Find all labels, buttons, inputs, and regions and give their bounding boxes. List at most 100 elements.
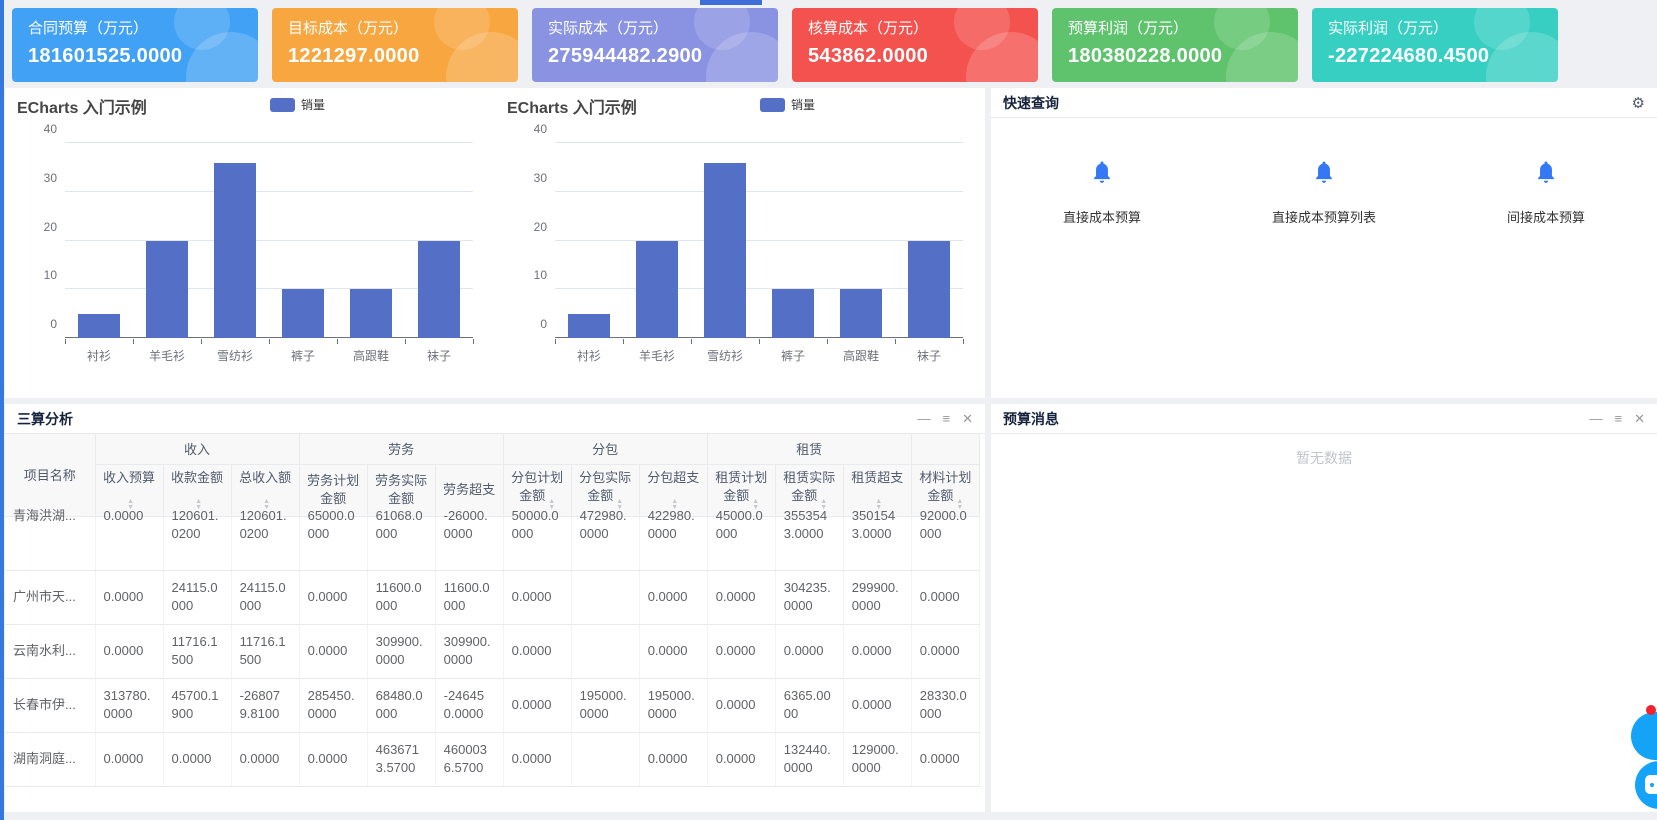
quick-query-header: 快速查询 ⚙ <box>991 88 1657 118</box>
x-axis-tick-label: 裤子 <box>269 347 337 364</box>
category-slot <box>201 143 269 338</box>
gear-icon[interactable]: ⚙ <box>1632 94 1645 112</box>
menu-icon[interactable]: ≡ <box>943 412 951 425</box>
value-cell: 0.0000 <box>503 732 571 786</box>
value-cell: 4636713.5700 <box>367 732 435 786</box>
bar <box>214 163 256 339</box>
value-cell: 0.0000 <box>707 624 775 678</box>
column-group-header <box>911 434 979 464</box>
legend-label: 销量 <box>791 96 815 113</box>
quick-link-item[interactable]: 直接成本预算 <box>991 160 1213 226</box>
bell-icon <box>1091 160 1113 189</box>
value-cell <box>571 732 639 786</box>
x-axis-tick-label: 雪纺衫 <box>691 347 759 364</box>
table-row[interactable]: 广州市天...0.000024115.000024115.00000.00001… <box>5 570 980 624</box>
column-header-label: 材料计划金额 <box>919 470 971 503</box>
value-cell: 304235.0000 <box>775 570 843 624</box>
chart-plot-area: 010203040 <box>65 143 473 338</box>
value-cell: -268079.8100 <box>231 678 299 732</box>
kpi-card-value: 181601525.0000 <box>28 45 242 68</box>
column-header-label: 总收入额 <box>239 470 291 485</box>
project-name-cell: 广州市天... <box>5 570 95 624</box>
value-cell: 0.0000 <box>299 732 367 786</box>
menu-icon[interactable]: ≡ <box>1615 412 1623 425</box>
chart-legend[interactable]: 销量 <box>270 96 325 113</box>
category-slot <box>827 143 895 338</box>
bar <box>704 163 746 339</box>
close-icon[interactable]: ✕ <box>962 412 973 425</box>
kpi-card-label: 实际成本（万元） <box>548 17 762 38</box>
bar-chart: ECharts 入门示例销量010203040衬衫羊毛衫雪纺衫裤子高跟鞋袜子 <box>5 88 495 398</box>
y-axis-tick-label: 20 <box>17 220 57 234</box>
column-header-project-name: 项目名称 <box>5 434 95 516</box>
bar <box>772 289 814 338</box>
quick-link-item[interactable]: 直接成本预算列表 <box>1213 160 1435 226</box>
quick-link-label: 直接成本预算列表 <box>1272 207 1376 226</box>
value-cell: 0.0000 <box>503 570 571 624</box>
analysis-panel-title: 三算分析 <box>17 409 73 429</box>
column-header-label: 租赁超支 <box>851 470 903 485</box>
project-name-cell: 湖南洞庭... <box>5 732 95 786</box>
kpi-card: 目标成本（万元）1221297.0000 <box>272 8 518 82</box>
value-cell: 0.0000 <box>707 570 775 624</box>
chart-legend[interactable]: 销量 <box>760 96 815 113</box>
quick-link-item[interactable]: 间接成本预算 <box>1435 160 1657 226</box>
x-axis-labels: 衬衫羊毛衫雪纺衫裤子高跟鞋袜子 <box>65 347 473 364</box>
analysis-panel-header: 三算分析 — ≡ ✕ <box>5 404 985 434</box>
x-axis-tick-label: 羊毛衫 <box>133 347 201 364</box>
value-cell: 422980.0000 <box>639 516 707 570</box>
value-cell: 0.0000 <box>95 732 163 786</box>
value-cell: 132440.0000 <box>775 732 843 786</box>
value-cell: 0.0000 <box>911 732 979 786</box>
close-icon[interactable]: ✕ <box>1634 412 1645 425</box>
value-cell: 50000.0000 <box>503 516 571 570</box>
value-cell <box>571 624 639 678</box>
analysis-panel: 三算分析 — ≡ ✕ 项目名称收入劳务分包租赁收入预算▲▼收款金额▲▼总收入额▲… <box>5 404 985 812</box>
value-cell: 195000.0000 <box>639 678 707 732</box>
value-cell: 24115.0000 <box>163 570 231 624</box>
y-axis-tick-label: 40 <box>17 122 57 136</box>
table-row[interactable]: 湖南洞庭...0.00000.00000.00000.00004636713.5… <box>5 732 980 786</box>
x-axis-labels: 衬衫羊毛衫雪纺衫裤子高跟鞋袜子 <box>555 347 963 364</box>
x-axis-tick-label: 高跟鞋 <box>337 347 405 364</box>
table-row[interactable]: 长春市伊...313780.000045700.1900-268079.8100… <box>5 678 980 732</box>
bell-icon <box>1313 160 1335 189</box>
value-cell: 0.0000 <box>95 624 163 678</box>
category-slot <box>133 143 201 338</box>
value-cell: 68480.0000 <box>367 678 435 732</box>
value-cell: 3501543.0000 <box>843 516 911 570</box>
value-cell: 0.0000 <box>299 624 367 678</box>
value-cell: 45000.0000 <box>707 516 775 570</box>
value-cell: -246450.0000 <box>435 678 503 732</box>
y-axis-tick-label: 10 <box>17 268 57 282</box>
chart-plot-area: 010203040 <box>555 143 963 338</box>
kpi-card-label: 合同预算（万元） <box>28 17 242 38</box>
value-cell: 0.0000 <box>843 624 911 678</box>
value-cell: 0.0000 <box>503 624 571 678</box>
kpi-card-label: 核算成本（万元） <box>808 17 1022 38</box>
value-cell: 0.0000 <box>843 678 911 732</box>
value-cell: 11600.0000 <box>435 570 503 624</box>
bars-container <box>555 143 963 338</box>
y-axis-tick-label: 10 <box>507 268 547 282</box>
project-name-cell: 云南水利... <box>5 624 95 678</box>
kpi-card-value: 180380228.0000 <box>1068 45 1282 68</box>
table-row[interactable]: 青海洪湖...0.0000120601.0200120601.020065000… <box>5 516 980 570</box>
value-cell: 0.0000 <box>231 732 299 786</box>
kpi-card-label: 实际利润（万元） <box>1328 17 1542 38</box>
value-cell: 65000.0000 <box>299 516 367 570</box>
kpi-card-value: 275944482.2900 <box>548 45 762 68</box>
value-cell: 309900.0000 <box>435 624 503 678</box>
x-axis-tick-label: 高跟鞋 <box>827 347 895 364</box>
column-group-header: 劳务 <box>299 434 503 464</box>
value-cell: 11716.1500 <box>231 624 299 678</box>
kpi-card: 预算利润（万元）180380228.0000 <box>1052 8 1298 82</box>
budget-message-title: 预算消息 <box>1003 409 1059 429</box>
project-name-cell: 青海洪湖... <box>5 516 95 570</box>
bar <box>418 241 460 339</box>
category-slot <box>269 143 337 338</box>
value-cell: 11716.1500 <box>163 624 231 678</box>
minimize-icon[interactable]: — <box>918 412 931 425</box>
minimize-icon[interactable]: — <box>1590 412 1603 425</box>
table-row[interactable]: 云南水利...0.000011716.150011716.15000.00003… <box>5 624 980 678</box>
